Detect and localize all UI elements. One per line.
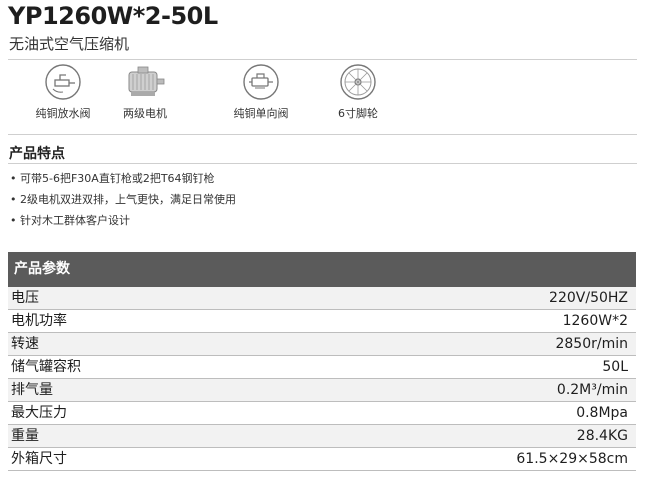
feature-caster-wheel: 6寸脚轮 (303, 62, 413, 121)
spec-value: 220V/50HZ (549, 290, 628, 306)
spec-label: 储气罐容积 (11, 359, 81, 375)
check-valve-icon (243, 64, 279, 100)
drain-valve-icon (45, 64, 81, 100)
product-title: YP1260W*2-50L (8, 2, 218, 30)
divider (8, 163, 637, 164)
spec-value: 50L (602, 359, 628, 375)
table-row: 转速 2850r/min (8, 333, 636, 356)
feature-label: 纯铜单向阀 (233, 107, 289, 120)
spec-label: 电压 (11, 290, 39, 306)
table-row: 排气量 0.2M³/min (8, 379, 636, 402)
table-row: 外箱尺寸 61.5×29×58cm (8, 448, 636, 471)
feature-label: 两级电机 (123, 107, 167, 120)
table-row: 最大压力 0.8Mpa (8, 402, 636, 425)
spec-value: 61.5×29×58cm (516, 451, 628, 467)
table-row: 重量 28.4KG (8, 425, 636, 448)
highlights-list: 可带5-6把F30A直钉枪或2把T64钢钉枪 2级电机双进双排，上气更快，满足日… (10, 171, 236, 234)
list-item: 可带5-6把F30A直钉枪或2把T64钢钉枪 (10, 171, 236, 192)
table-row: 电压 220V/50HZ (8, 287, 636, 310)
caster-wheel-icon (340, 64, 376, 100)
product-subtitle: 无油式空气压缩机 (9, 35, 130, 53)
spec-label: 排气量 (11, 382, 53, 398)
spec-value: 0.2M³/min (556, 382, 628, 398)
spec-label: 外箱尺寸 (11, 451, 67, 467)
list-item: 2级电机双进双排，上气更快，满足日常使用 (10, 192, 236, 213)
divider (8, 59, 637, 60)
table-row: 储气罐容积 50L (8, 356, 636, 379)
feature-motor: 两级电机 (90, 62, 200, 121)
feature-icons-row: 纯铜放水阀 两级电机 纯铜单向阀 6寸脚轮 (8, 62, 637, 127)
specs-table: 电压 220V/50HZ 电机功率 1260W*2 转速 2850r/min 储气罐容… (8, 287, 636, 471)
spec-value: 0.8Mpa (576, 405, 628, 421)
spec-label: 电机功率 (11, 313, 67, 329)
list-item: 针对木工群体客户设计 (10, 213, 236, 234)
spec-value: 1260W*2 (562, 313, 628, 329)
table-row: 电机功率 1260W*2 (8, 310, 636, 333)
spec-value: 2850r/min (555, 336, 628, 352)
feature-label: 6寸脚轮 (338, 107, 378, 120)
spec-label: 最大压力 (11, 405, 67, 421)
divider (8, 134, 637, 135)
spec-value: 28.4KG (576, 428, 628, 444)
specs-header: 产品参数 (8, 252, 636, 287)
spec-label: 重量 (11, 428, 39, 444)
spec-label: 转速 (11, 336, 39, 352)
highlights-title: 产品特点 (9, 146, 65, 162)
motor-icon (128, 66, 165, 96)
feature-check-valve: 纯铜单向阀 (206, 62, 316, 121)
